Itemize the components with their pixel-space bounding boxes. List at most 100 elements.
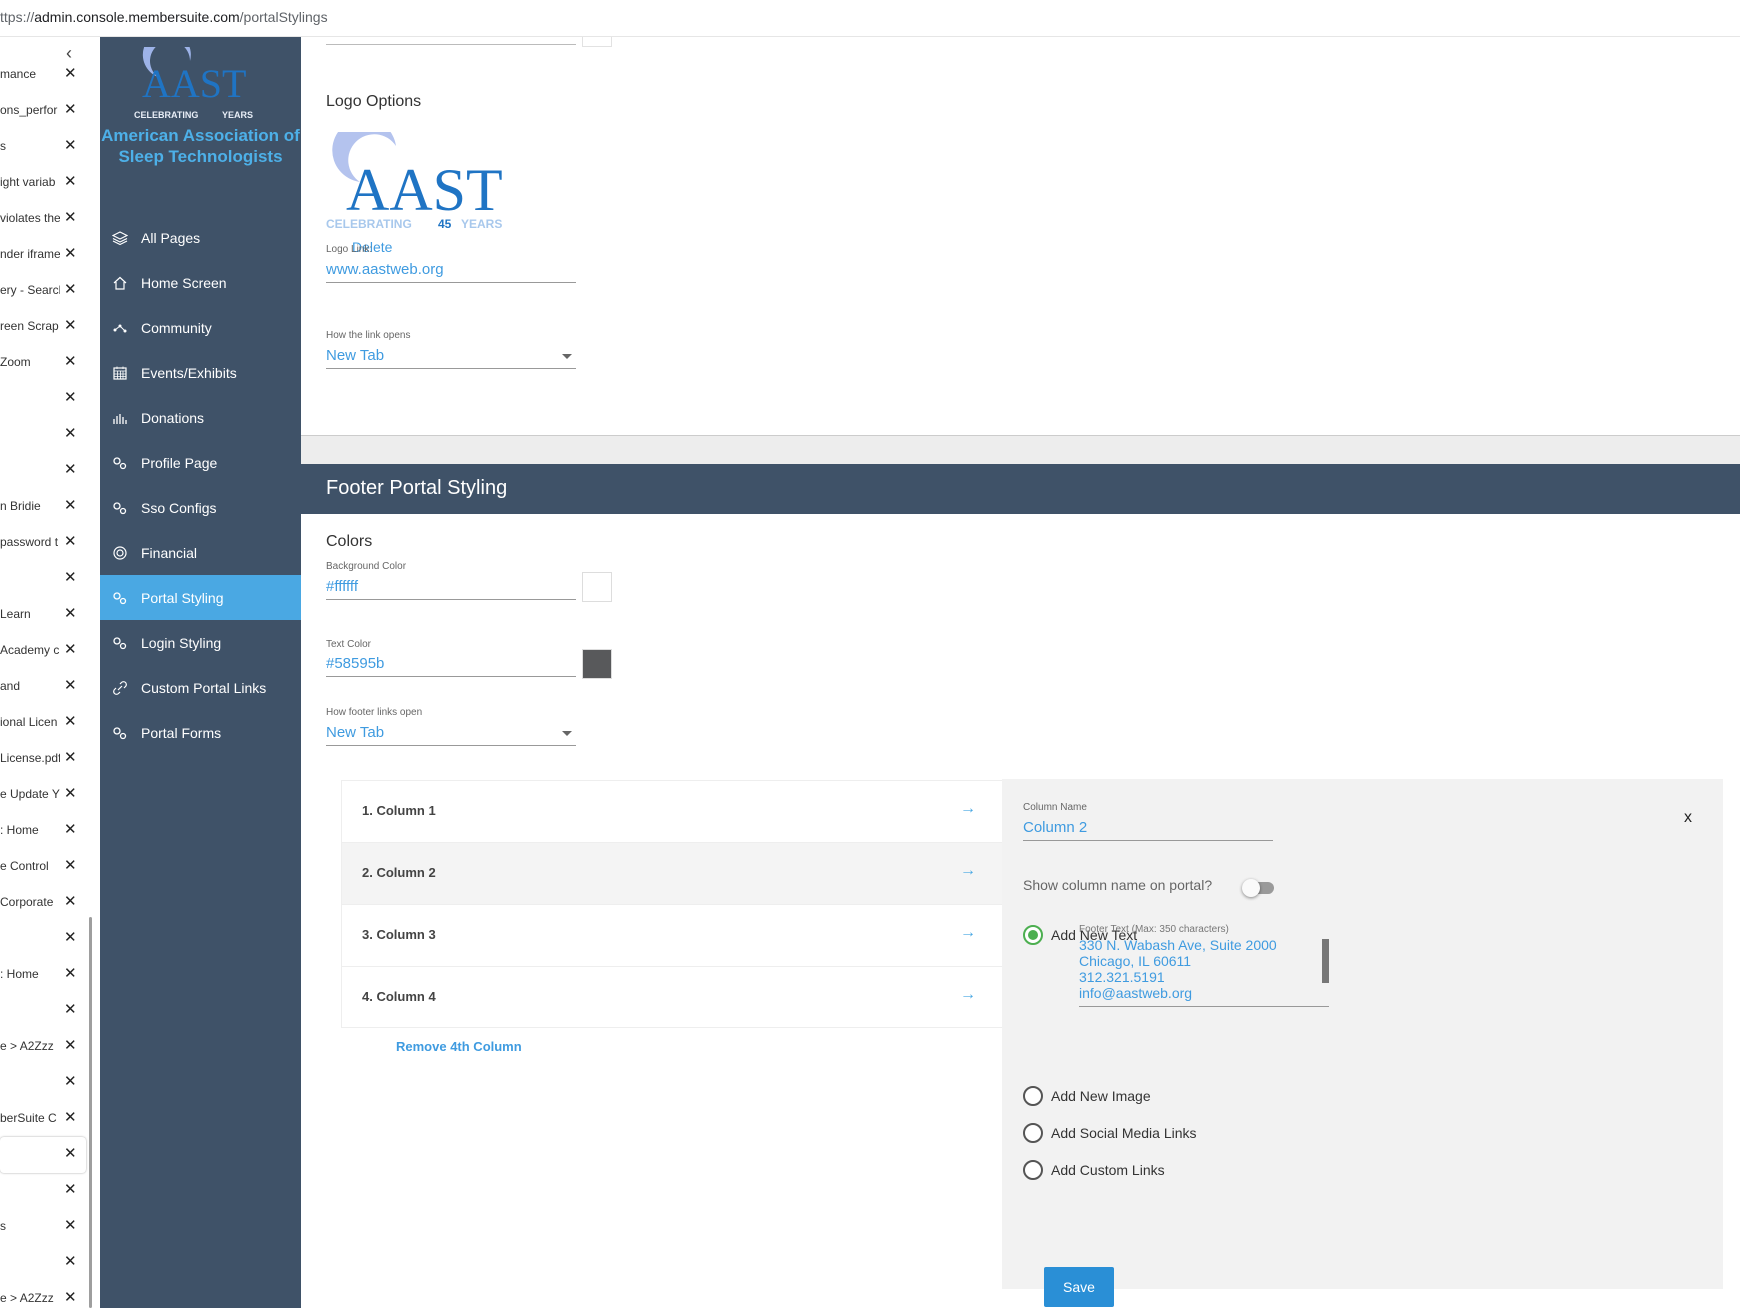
close-tab-icon[interactable]: ✕ xyxy=(64,244,77,262)
arrow-right-icon[interactable]: → xyxy=(960,924,976,942)
browser-tab[interactable]: s ✕ xyxy=(0,1209,86,1245)
bg-color-swatch[interactable] xyxy=(582,572,612,602)
sidebar-item-login-styling[interactable]: Login Styling xyxy=(100,620,301,665)
close-tab-icon[interactable]: ✕ xyxy=(64,856,77,874)
close-icon[interactable]: x xyxy=(1684,809,1692,827)
browser-tab[interactable]: n Bridie ✕ xyxy=(0,489,86,525)
column-name-input[interactable]: Column 2 xyxy=(1023,815,1273,841)
close-tab-icon[interactable]: ✕ xyxy=(64,388,77,406)
close-tab-icon[interactable]: ✕ xyxy=(64,784,77,802)
sidebar-item-portal-forms[interactable]: Portal Forms xyxy=(100,710,301,755)
browser-tab[interactable]: violates the ✕ xyxy=(0,201,86,237)
previous-field[interactable] xyxy=(326,37,576,45)
footer-column-row[interactable]: 1. Column 1 → xyxy=(341,780,1003,842)
browser-tab[interactable]: Academy c ✕ xyxy=(0,633,86,669)
add-new-text-radio[interactable] xyxy=(1023,925,1043,945)
sidebar-item-portal-styling[interactable]: Portal Styling xyxy=(100,575,301,620)
close-tab-icon[interactable]: ✕ xyxy=(64,928,77,946)
browser-tab[interactable]: ery - Search ✕ xyxy=(0,273,86,309)
close-tab-icon[interactable]: ✕ xyxy=(64,820,77,838)
browser-tab[interactable]: ✕ xyxy=(0,993,86,1029)
previous-color-swatch[interactable] xyxy=(582,37,612,47)
browser-tab[interactable]: ✕ xyxy=(0,921,86,957)
close-tab-icon[interactable]: ✕ xyxy=(64,532,77,550)
browser-tab[interactable]: License.pdf ✕ xyxy=(0,741,86,777)
footer-column-row[interactable]: 4. Column 4 → xyxy=(341,966,1003,1028)
close-tab-icon[interactable]: ✕ xyxy=(64,1072,77,1090)
browser-tab[interactable]: Learn ✕ xyxy=(0,597,86,633)
sidebar-item-community[interactable]: Community xyxy=(100,305,301,350)
close-tab-icon[interactable]: ✕ xyxy=(64,1036,77,1054)
sidebar-item-profile-page[interactable]: Profile Page xyxy=(100,440,301,485)
close-tab-icon[interactable]: ✕ xyxy=(64,640,77,658)
browser-tab[interactable]: ✕ xyxy=(0,561,86,597)
close-tab-icon[interactable]: ✕ xyxy=(64,496,77,514)
close-tab-icon[interactable]: ✕ xyxy=(64,1288,77,1306)
browser-tab[interactable]: ✕ xyxy=(0,453,86,489)
browser-tab[interactable]: : Home ✕ xyxy=(0,813,86,849)
logo-link-input[interactable]: www.aastweb.org xyxy=(326,257,576,283)
browser-tab[interactable]: : Home ✕ xyxy=(0,957,86,993)
add-custom-links-radio[interactable] xyxy=(1023,1160,1043,1180)
browser-tab[interactable]: password t ✕ xyxy=(0,525,86,561)
close-tab-icon[interactable]: ✕ xyxy=(64,316,77,334)
arrow-right-icon[interactable]: → xyxy=(960,986,976,1004)
close-tab-icon[interactable]: ✕ xyxy=(64,748,77,766)
close-tab-icon[interactable]: ✕ xyxy=(64,172,77,190)
close-tab-icon[interactable]: ✕ xyxy=(64,136,77,154)
sidebar-item-home-screen[interactable]: Home Screen xyxy=(100,260,301,305)
browser-tab[interactable]: ight variab ✕ xyxy=(0,165,86,201)
browser-tab[interactable]: ✕ xyxy=(0,417,86,453)
close-tab-icon[interactable]: ✕ xyxy=(64,712,77,730)
footer-column-row[interactable]: 2. Column 2 → xyxy=(341,842,1003,904)
close-tab-icon[interactable]: ✕ xyxy=(64,1180,77,1198)
add-custom-links-label[interactable]: Add Custom Links xyxy=(1051,1162,1165,1178)
close-tab-icon[interactable]: ✕ xyxy=(64,352,77,370)
sidebar-item-all-pages[interactable]: All Pages xyxy=(100,215,301,260)
sidebar-item-financial[interactable]: Financial xyxy=(100,530,301,575)
browser-tab[interactable]: e > A2Zzz ✕ xyxy=(0,1029,86,1065)
tab-strip-scrollbar[interactable] xyxy=(89,917,92,1308)
add-social-media-links-label[interactable]: Add Social Media Links xyxy=(1051,1125,1197,1141)
link-opens-select[interactable]: New Tab xyxy=(326,343,576,369)
remove-4th-column-link[interactable]: Remove 4th Column xyxy=(396,1039,522,1054)
footer-text-scrollbar[interactable] xyxy=(1322,939,1329,983)
add-new-image-radio[interactable] xyxy=(1023,1086,1043,1106)
arrow-right-icon[interactable]: → xyxy=(960,862,976,880)
text-color-input[interactable]: #58595b xyxy=(326,651,576,677)
bg-color-input[interactable]: #ffffff xyxy=(326,574,576,600)
browser-tab[interactable]: ✕ xyxy=(0,1065,86,1101)
close-tab-icon[interactable]: ✕ xyxy=(64,1144,77,1162)
close-tab-icon[interactable]: ✕ xyxy=(64,280,77,298)
close-tab-icon[interactable]: ✕ xyxy=(64,568,77,586)
close-tab-icon[interactable]: ✕ xyxy=(64,460,77,478)
browser-address-bar[interactable]: ttps://admin.console.membersuite.com/por… xyxy=(0,0,1740,37)
close-tab-icon[interactable]: ✕ xyxy=(64,1108,77,1126)
add-social-media-links-radio[interactable] xyxy=(1023,1123,1043,1143)
sidebar-item-sso-configs[interactable]: Sso Configs xyxy=(100,485,301,530)
browser-tab[interactable]: e > A2Zzz ✕ xyxy=(0,1281,86,1308)
browser-tab[interactable]: and ✕ xyxy=(0,669,86,705)
browser-tab[interactable]: ional Licen ✕ xyxy=(0,705,86,741)
close-tab-icon[interactable]: ✕ xyxy=(64,1252,77,1270)
sidebar-item-custom-portal-links[interactable]: Custom Portal Links xyxy=(100,665,301,710)
sidebar-item-donations[interactable]: Donations xyxy=(100,395,301,440)
arrow-right-icon[interactable]: → xyxy=(960,800,976,818)
close-tab-icon[interactable]: ✕ xyxy=(64,64,77,82)
show-column-name-toggle[interactable] xyxy=(1242,879,1276,897)
browser-tab[interactable]: Corporate ✕ xyxy=(0,885,86,921)
browser-tab[interactable]: ✕ xyxy=(0,381,86,417)
footer-text-area[interactable]: 330 N. Wabash Ave, Suite 2000 Chicago, I… xyxy=(1079,937,1329,1007)
url-text[interactable]: ttps://admin.console.membersuite.com/por… xyxy=(0,9,328,25)
add-new-image-label[interactable]: Add New Image xyxy=(1051,1088,1151,1104)
close-tab-icon[interactable]: ✕ xyxy=(64,208,77,226)
browser-tab[interactable]: e Update Y ✕ xyxy=(0,777,86,813)
close-tab-icon[interactable]: ✕ xyxy=(64,604,77,622)
footer-links-open-select[interactable]: New Tab xyxy=(326,720,576,746)
browser-tab[interactable]: ✕ xyxy=(0,1137,86,1173)
close-tab-icon[interactable]: ✕ xyxy=(64,100,77,118)
close-tab-icon[interactable]: ✕ xyxy=(64,676,77,694)
close-tab-icon[interactable]: ✕ xyxy=(64,1000,77,1018)
browser-tab[interactable]: s ✕ xyxy=(0,129,86,165)
text-color-swatch[interactable] xyxy=(582,649,612,679)
